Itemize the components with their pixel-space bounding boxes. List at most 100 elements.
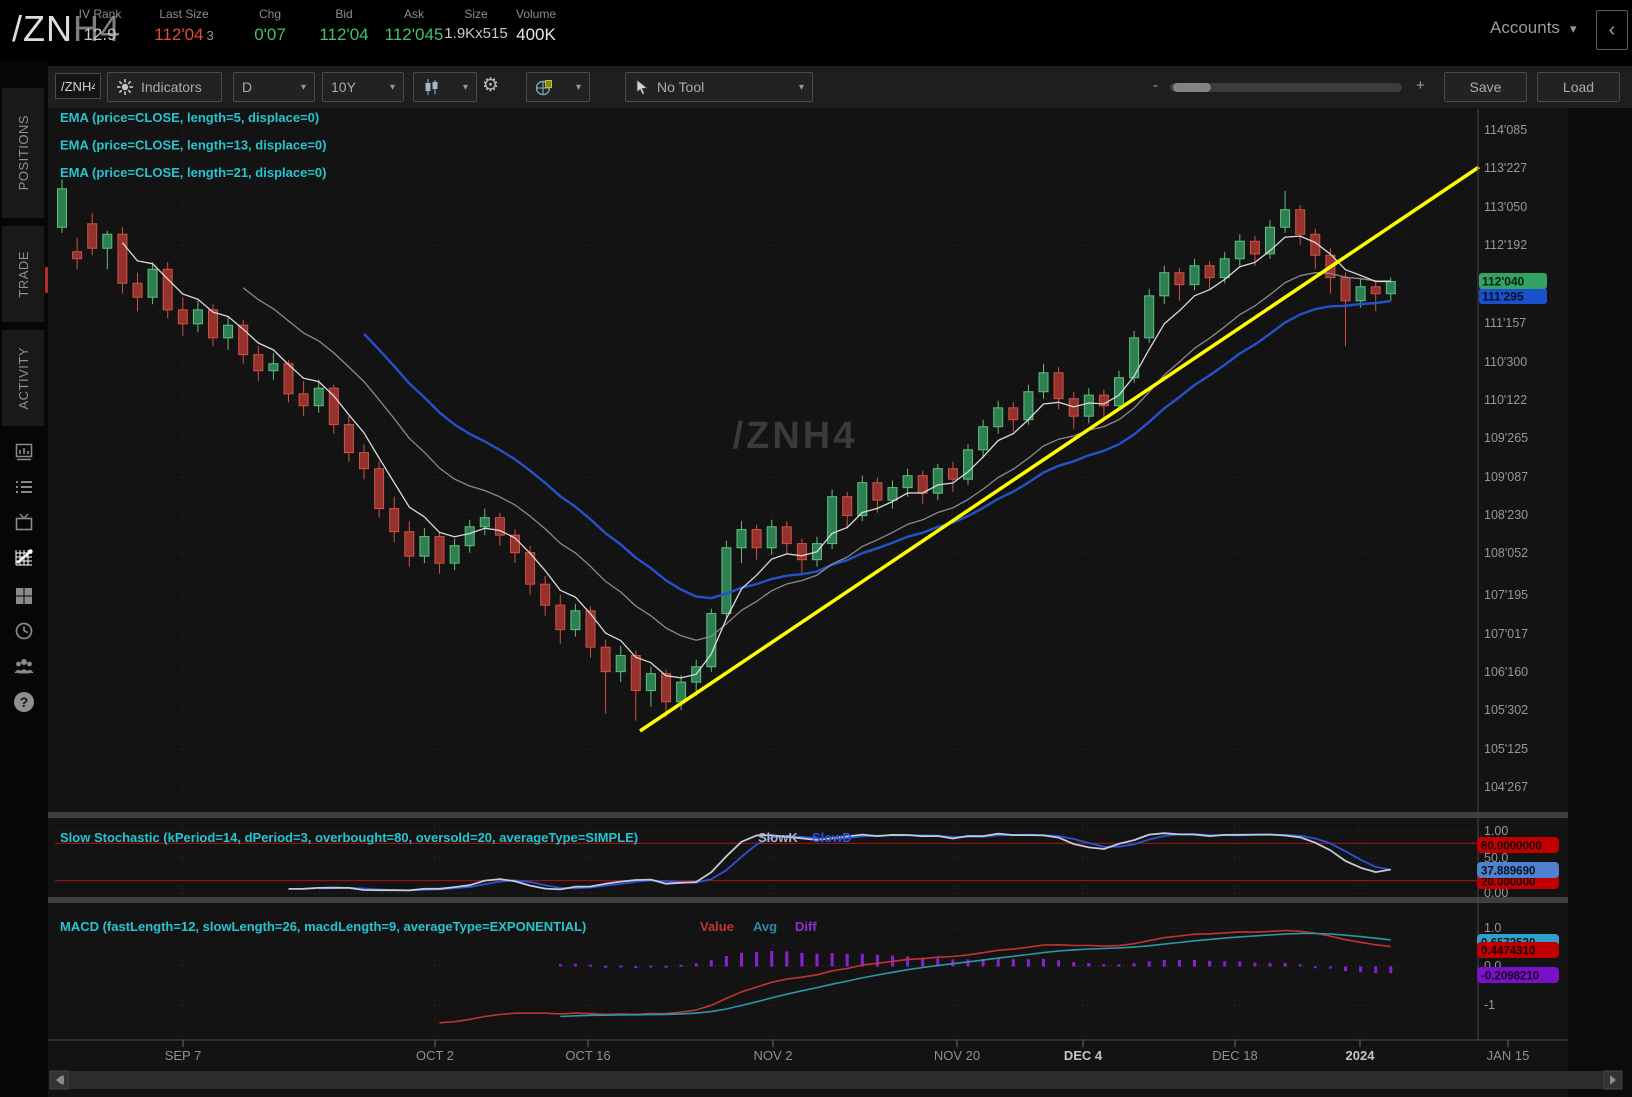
timeframe-dropdown[interactable]: D ▾	[233, 72, 315, 102]
ema-label: EMA (price=CLOSE, length=21, displace=0)	[60, 165, 326, 180]
sidebar-tab-positions[interactable]: POSITIONS	[2, 88, 44, 218]
chevron-down-icon: ▾	[389, 81, 395, 93]
chevron-down-icon: ▾	[1569, 21, 1577, 36]
field-chg: Chg 0'07	[254, 7, 286, 44]
chevron-left-icon: ‹	[1608, 18, 1616, 41]
svg-text:109'265: 109'265	[1484, 431, 1528, 445]
indicators-icon	[117, 79, 133, 95]
list-icon[interactable]	[13, 476, 35, 498]
macd-value-line	[439, 929, 1391, 1024]
chart-type-dropdown[interactable]: ▾	[413, 72, 477, 102]
sidebar-tab-activity[interactable]: ACTIVITY	[2, 330, 44, 426]
svg-text:0.4474310: 0.4474310	[1481, 946, 1535, 958]
candlestick-icon	[425, 79, 438, 95]
macd-avg-line	[560, 932, 1391, 1018]
svg-text:-0.2098210: -0.2098210	[1481, 971, 1539, 983]
zoom-slider-thumb[interactable]	[1173, 83, 1211, 92]
svg-text:JAN 15: JAN 15	[1487, 1048, 1530, 1063]
svg-text:OCT 16: OCT 16	[565, 1048, 610, 1063]
header-bar: /ZNH4 IV Rank 12.9 Last Size 112'04 3 Chg…	[0, 0, 1632, 60]
collapse-panel-button[interactable]: ‹	[1596, 10, 1628, 50]
svg-text:SlowD: SlowD	[812, 830, 852, 845]
svg-text:107'017: 107'017	[1484, 627, 1528, 641]
report-icon[interactable]	[13, 441, 35, 463]
field-bid: Bid 112'04	[319, 7, 369, 44]
svg-text:SEP 7: SEP 7	[165, 1048, 202, 1063]
symbol-input[interactable]	[55, 73, 101, 99]
sidebar-tab-trade[interactable]: TRADE	[2, 226, 44, 322]
cursor-icon	[636, 79, 648, 95]
svg-text:114'085: 114'085	[1484, 123, 1527, 137]
watermark: /ZNH4	[733, 415, 858, 457]
svg-text:110'300: 110'300	[1484, 355, 1527, 369]
svg-text:108'052: 108'052	[1484, 546, 1528, 560]
chevron-down-icon: ▾	[462, 81, 468, 93]
gear-icon[interactable]: ⚙	[482, 74, 499, 97]
left-sidebar: POSITIONS TRADE ACTIVITY ?	[0, 60, 48, 1097]
svg-text:NOV 20: NOV 20	[934, 1048, 980, 1063]
help-icon[interactable]: ?	[14, 692, 34, 712]
svg-text:Avg: Avg	[753, 919, 777, 934]
chevron-down-icon: ▾	[798, 81, 804, 93]
field-size: Size 1.9Kx515	[444, 7, 508, 42]
people-icon[interactable]	[13, 655, 35, 677]
svg-text:105'125: 105'125	[1484, 742, 1528, 756]
chevron-down-icon: ▾	[575, 81, 581, 93]
horizontal-scrollbar[interactable]	[49, 1070, 1623, 1090]
history-icon[interactable]	[13, 620, 35, 642]
accounts-dropdown[interactable]: Accounts ▾	[1490, 18, 1576, 38]
svg-text:112'192: 112'192	[1484, 238, 1527, 252]
field-ask: Ask 112'045	[384, 7, 444, 44]
svg-text:111'157: 111'157	[1484, 316, 1526, 330]
zoom-out-button[interactable]: -	[1153, 77, 1158, 94]
ema21-line	[363, 299, 1391, 600]
svg-text:109'087: 109'087	[1484, 470, 1528, 484]
svg-text:SlowK: SlowK	[758, 830, 798, 845]
tv-icon[interactable]	[13, 511, 35, 533]
time-axis	[182, 1040, 1509, 1047]
svg-text:108'230: 108'230	[1484, 508, 1528, 522]
drawing-tool-dropdown[interactable]: No Tool ▾	[625, 72, 813, 102]
chevron-down-icon: ▾	[300, 81, 306, 93]
svg-text:DEC 4: DEC 4	[1064, 1048, 1103, 1063]
svg-text:OCT 2: OCT 2	[416, 1048, 454, 1063]
macd-label: MACD (fastLength=12, slowLength=26, macd…	[60, 919, 586, 934]
svg-text:111'295: 111'295	[1482, 290, 1524, 304]
ema-label: EMA (price=CLOSE, length=13, displace=0)	[60, 138, 326, 153]
chart-grid-icon	[535, 80, 552, 96]
svg-text:110'122: 110'122	[1484, 393, 1527, 407]
chart-icon[interactable]	[13, 546, 35, 568]
svg-text:-1: -1	[1484, 998, 1495, 1012]
ema-label: EMA (price=CLOSE, length=5, displace=0)	[60, 110, 319, 125]
svg-text:2024: 2024	[1346, 1048, 1376, 1063]
svg-text:Diff: Diff	[795, 919, 817, 934]
chart-grid-dropdown[interactable]: ▾	[526, 72, 590, 102]
pane-divider[interactable]	[48, 897, 1632, 903]
load-button[interactable]: Load	[1537, 72, 1620, 102]
candles-group	[57, 179, 1396, 721]
zoom-slider[interactable]	[1170, 83, 1402, 92]
svg-text:NOV 2: NOV 2	[753, 1048, 792, 1063]
indicators-button[interactable]: Indicators	[107, 72, 222, 102]
svg-text:Value: Value	[700, 919, 734, 934]
save-button[interactable]: Save	[1444, 72, 1527, 102]
symbol-root: /ZN	[12, 8, 73, 49]
svg-text:107'195: 107'195	[1484, 588, 1528, 602]
pane-divider[interactable]	[48, 812, 1632, 818]
svg-text:112'040: 112'040	[1482, 275, 1525, 289]
range-dropdown[interactable]: 10Y ▾	[322, 72, 404, 102]
svg-text:80.0000000: 80.0000000	[1481, 841, 1542, 853]
chart-toolbar: Indicators D ▾ 10Y ▾ ▾ ⚙ ▾ No Tool ▾	[48, 66, 1632, 109]
svg-text:104'267: 104'267	[1484, 780, 1528, 794]
svg-text:1.0: 1.0	[1484, 921, 1501, 935]
field-iv-rank: IV Rank 12.9	[78, 7, 122, 44]
svg-text:20.000000: 20.000000	[1481, 877, 1535, 889]
field-volume: Volume 400K	[515, 7, 557, 44]
svg-text:106'160: 106'160	[1484, 665, 1528, 679]
svg-text:113'227: 113'227	[1484, 161, 1527, 175]
zoom-in-button[interactable]: +	[1416, 77, 1425, 94]
chart-canvas[interactable]: /ZNH4 EMA (price=CLOSE, length=5, displac…	[48, 108, 1632, 1097]
svg-text:105'302: 105'302	[1484, 703, 1528, 717]
ema5-line	[121, 235, 1391, 679]
grid-icon[interactable]	[13, 585, 35, 607]
